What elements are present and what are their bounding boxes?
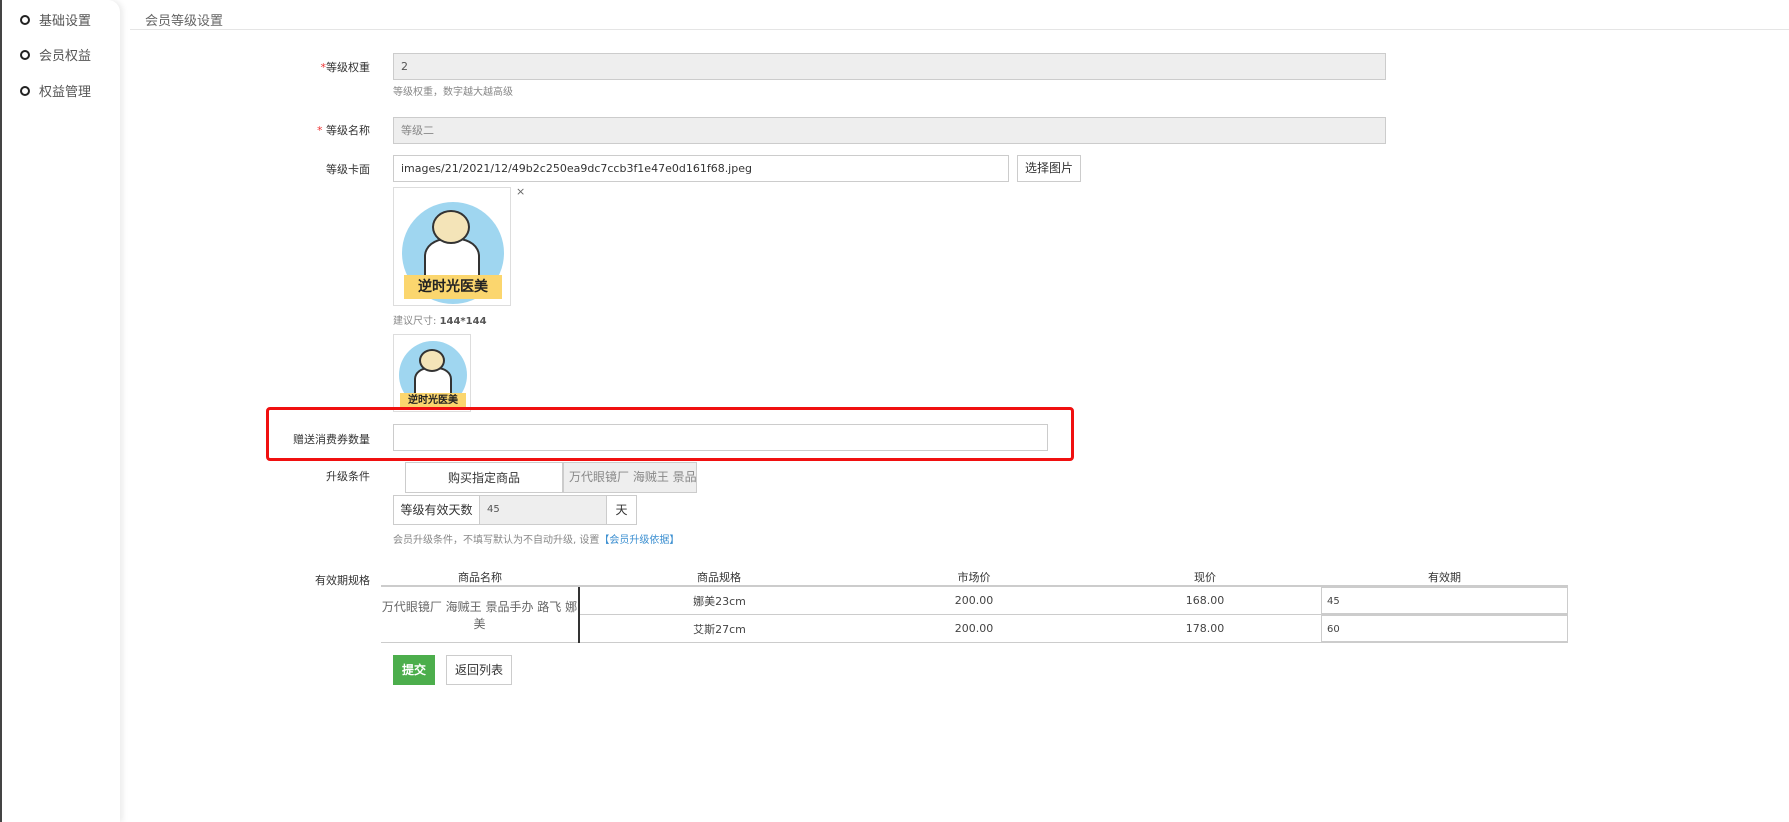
col-header: 市场价	[859, 569, 1089, 587]
validity-input[interactable]: 45	[1321, 587, 1568, 614]
card-image-preview: 逆时光医美	[393, 187, 511, 306]
sidebar-item-label: 权益管理	[39, 85, 92, 100]
circle-icon	[20, 85, 30, 96]
weight-label: *等级权重	[320, 61, 371, 74]
market-price-cell: 200.00	[859, 586, 1089, 615]
sidebar-item-member-benefits[interactable]: 会员权益	[20, 45, 91, 64]
upgrade-basis-link[interactable]: 【会员升级依据】	[599, 535, 679, 546]
sidebar-item-benefit-management[interactable]: 权益管理	[20, 81, 91, 100]
days-unit: 天	[606, 495, 637, 525]
name-input[interactable]: 等级二	[393, 117, 1386, 144]
name-label: * 等级名称	[317, 124, 370, 137]
submit-button[interactable]: 提交	[393, 655, 435, 685]
col-header: 商品规格	[579, 569, 859, 587]
market-price-cell: 200.00	[859, 614, 1089, 643]
spec-cell: 艾斯27cm	[579, 614, 859, 643]
product-name: 万代眼镜厂 海贼王 景品手办 路飞 娜美	[381, 586, 580, 643]
spec-cell: 娜美23cm	[579, 586, 859, 615]
validity-table: 商品名称 商品规格 市场价 现价 有效期 万代眼镜厂 海贼王 景品手办 路飞 娜…	[381, 569, 1568, 643]
validity-input[interactable]: 60	[1321, 615, 1568, 642]
upgrade-label: 升级条件	[326, 470, 370, 483]
weight-help: 等级权重，数字越大越高级	[393, 87, 513, 98]
card-label: 等级卡面	[326, 163, 370, 176]
sidebar: 基础设置 会员权益 权益管理	[0, 0, 120, 822]
card-image-thumbnail: 逆时光医美	[393, 334, 471, 412]
size-hint: 建议尺寸: 144*144	[393, 316, 487, 327]
choose-image-button[interactable]: 选择图片	[1017, 155, 1081, 182]
upgrade-condition-select[interactable]: 购买指定商品	[405, 462, 563, 493]
circle-icon	[20, 49, 30, 60]
upgrade-help: 会员升级条件，不填写默认为不自动升级, 设置【会员升级依据】	[393, 535, 680, 546]
divider	[130, 29, 1789, 30]
price-cell: 168.00	[1089, 586, 1321, 615]
remove-image-icon[interactable]: ×	[516, 185, 525, 198]
col-header: 有效期	[1321, 569, 1568, 587]
coupon-label: 赠送消费券数量	[293, 433, 370, 446]
products-field[interactable]: 万代眼镜厂 海贼王 景品手	[563, 462, 697, 493]
weight-input[interactable]: 2	[393, 53, 1386, 80]
card-path-input[interactable]: images/21/2021/12/49b2c250ea9dc7ccb3f1e4…	[393, 155, 1009, 182]
circle-icon	[20, 14, 30, 25]
sidebar-item-basic-settings[interactable]: 基础设置	[20, 10, 91, 29]
table-row: 万代眼镜厂 海贼王 景品手办 路飞 娜美 娜美23cm 200.00 168.0…	[381, 586, 1568, 643]
validity-label: 有效期规格	[315, 574, 370, 587]
col-header: 商品名称	[381, 569, 579, 587]
back-to-list-button[interactable]: 返回列表	[446, 655, 512, 685]
sidebar-item-label: 基础设置	[39, 14, 92, 29]
col-header: 现价	[1089, 569, 1321, 587]
days-input[interactable]: 45	[479, 495, 607, 525]
price-cell: 178.00	[1089, 614, 1321, 643]
sidebar-item-label: 会员权益	[39, 49, 92, 64]
page-title: 会员等级设置	[145, 14, 224, 29]
coupon-quantity-input[interactable]	[393, 424, 1048, 451]
days-label: 等级有效天数	[393, 495, 480, 525]
